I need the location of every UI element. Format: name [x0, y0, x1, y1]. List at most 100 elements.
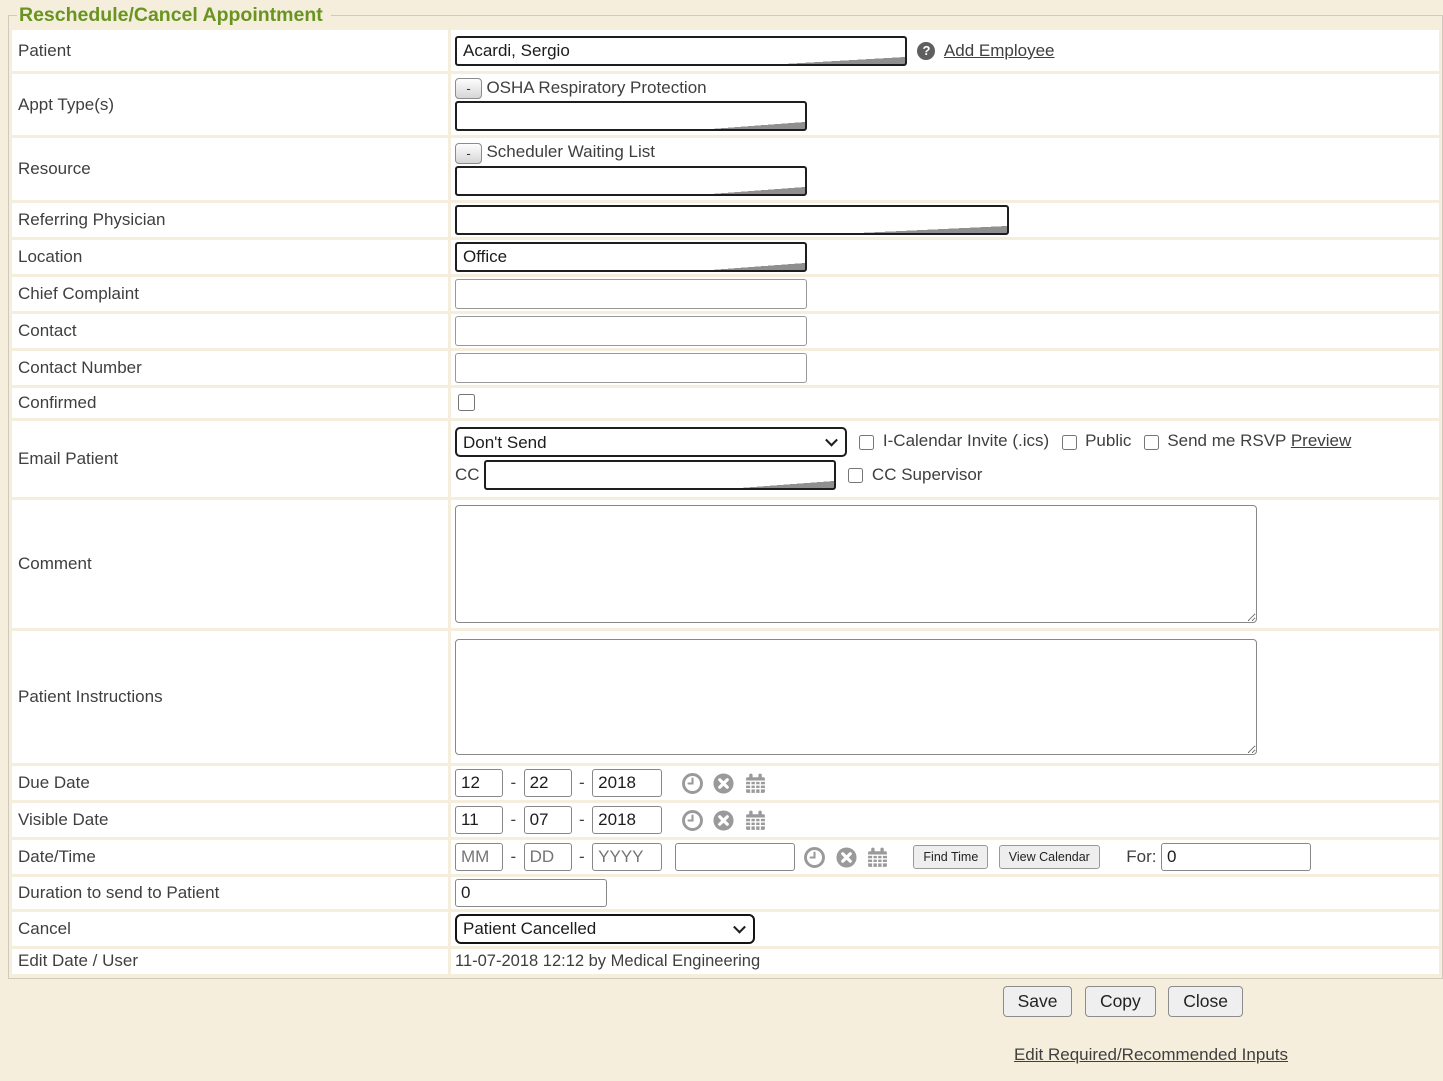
edit-date-user-row: Edit Date / User 11-07-2018 12:12 by Med… [12, 949, 1439, 974]
clock-icon[interactable] [803, 846, 826, 869]
edit-date-user-label: Edit Date / User [12, 949, 448, 974]
calendar-icon[interactable] [744, 772, 767, 795]
edit-date-user-value: 11-07-2018 12:12 by Medical Engineering [455, 952, 760, 970]
cc-supervisor-label: CC Supervisor [872, 465, 983, 484]
patient-instructions-textarea[interactable] [455, 639, 1257, 755]
find-time-button[interactable]: Find Time [913, 845, 988, 869]
clock-icon[interactable] [681, 809, 704, 832]
view-calendar-button[interactable]: View Calendar [999, 845, 1100, 869]
email-patient-label: Email Patient [12, 421, 448, 497]
visible-date-row: Visible Date - - [12, 803, 1439, 837]
due-date-month-input[interactable] [455, 769, 503, 797]
clear-icon[interactable] [835, 846, 858, 869]
cc-label: CC [455, 465, 480, 484]
help-icon[interactable]: ? [917, 42, 935, 60]
patient-label: Patient [12, 30, 448, 71]
visible-date-month-input[interactable] [455, 806, 503, 834]
due-date-day-input[interactable] [524, 769, 572, 797]
clear-icon[interactable] [712, 772, 735, 795]
ical-invite-label: I-Calendar Invite (.ics) [883, 431, 1049, 450]
appt-type-selected-text: OSHA Respiratory Protection [486, 78, 706, 97]
patient-instructions-label: Patient Instructions [12, 631, 448, 763]
comment-textarea[interactable] [455, 505, 1257, 623]
cancel-select[interactable]: Patient Cancelled [455, 914, 755, 944]
date-separator: - [579, 773, 585, 792]
page-title: Reschedule/Cancel Appointment [17, 4, 331, 27]
resource-label: Resource [12, 138, 448, 199]
patient-row: Patient ? Add Employee [12, 30, 1439, 71]
confirmed-checkbox[interactable] [458, 394, 475, 411]
chief-complaint-input[interactable] [455, 279, 807, 309]
appt-type-collapse-button[interactable]: - [455, 78, 482, 99]
rsvp-label: Send me RSVP [1167, 431, 1286, 450]
for-label: For: [1126, 847, 1156, 866]
datetime-year-input[interactable] [592, 843, 662, 871]
appointment-form-table: Patient ? Add Employee Appt Type(s) - OS… [9, 27, 1442, 977]
location-input[interactable] [455, 242, 807, 272]
duration-input[interactable] [455, 879, 607, 907]
comment-row: Comment [12, 500, 1439, 628]
contact-input[interactable] [455, 316, 807, 346]
visible-date-day-input[interactable] [524, 806, 572, 834]
clear-icon[interactable] [712, 809, 735, 832]
visible-date-year-input[interactable] [592, 806, 662, 834]
datetime-day-input[interactable] [524, 843, 572, 871]
preview-link[interactable]: Preview [1291, 431, 1351, 450]
add-employee-link[interactable]: Add Employee [944, 41, 1055, 60]
cancel-select-wrap: Patient Cancelled [455, 914, 755, 944]
referring-physician-input[interactable] [455, 205, 1009, 235]
due-date-row: Due Date - - [12, 766, 1439, 800]
calendar-icon[interactable] [744, 809, 767, 832]
patient-input[interactable] [455, 36, 907, 66]
email-send-select-wrap: Don't Send [455, 427, 847, 457]
form-actions: Save Copy Close [0, 986, 1243, 1017]
cc-input[interactable] [484, 460, 836, 490]
location-label: Location [12, 240, 448, 274]
referring-physician-label: Referring Physician [12, 203, 448, 237]
visible-date-label: Visible Date [12, 803, 448, 837]
due-date-year-input[interactable] [592, 769, 662, 797]
copy-button[interactable]: Copy [1085, 986, 1156, 1017]
date-time-row: Date/Time - - [12, 840, 1439, 874]
calendar-icon[interactable] [866, 846, 889, 869]
duration-label: Duration to send to Patient [12, 877, 448, 909]
resource-collapse-button[interactable]: - [455, 143, 482, 164]
contact-number-row: Contact Number [12, 351, 1439, 385]
chief-complaint-row: Chief Complaint [12, 277, 1439, 311]
appt-type-label: Appt Type(s) [12, 74, 448, 135]
edit-required-inputs-link[interactable]: Edit Required/Recommended Inputs [1014, 1045, 1288, 1064]
cancel-label: Cancel [12, 912, 448, 946]
contact-row: Contact [12, 314, 1439, 348]
resource-input[interactable] [455, 166, 807, 196]
date-separator: - [579, 810, 585, 829]
date-separator: - [510, 847, 516, 866]
clock-icon[interactable] [681, 772, 704, 795]
for-input[interactable] [1161, 843, 1311, 871]
email-patient-row: Email Patient Don't Send I-Calendar Invi… [12, 421, 1439, 497]
public-label: Public [1085, 431, 1131, 450]
reschedule-cancel-form: Reschedule/Cancel Appointment Patient ? … [8, 4, 1443, 979]
rsvp-checkbox[interactable] [1144, 435, 1159, 450]
confirmed-row: Confirmed [12, 388, 1439, 418]
public-checkbox[interactable] [1062, 435, 1077, 450]
contact-number-input[interactable] [455, 353, 807, 383]
cancel-row: Cancel Patient Cancelled [12, 912, 1439, 946]
resource-row: Resource - Scheduler Waiting List [12, 138, 1439, 199]
comment-label: Comment [12, 500, 448, 628]
email-send-select[interactable]: Don't Send [455, 427, 847, 457]
confirmed-label: Confirmed [12, 388, 448, 418]
resource-selected-text: Scheduler Waiting List [486, 142, 655, 161]
datetime-month-input[interactable] [455, 843, 503, 871]
due-date-label: Due Date [12, 766, 448, 800]
location-row: Location [12, 240, 1439, 274]
cc-supervisor-checkbox[interactable] [848, 468, 863, 483]
appt-type-input[interactable] [455, 101, 807, 131]
close-button[interactable]: Close [1168, 986, 1243, 1017]
chief-complaint-label: Chief Complaint [12, 277, 448, 311]
save-button[interactable]: Save [1003, 986, 1073, 1017]
ical-invite-checkbox[interactable] [859, 435, 874, 450]
datetime-time-input[interactable] [675, 843, 795, 871]
date-separator: - [510, 773, 516, 792]
date-separator: - [579, 847, 585, 866]
date-time-label: Date/Time [12, 840, 448, 874]
